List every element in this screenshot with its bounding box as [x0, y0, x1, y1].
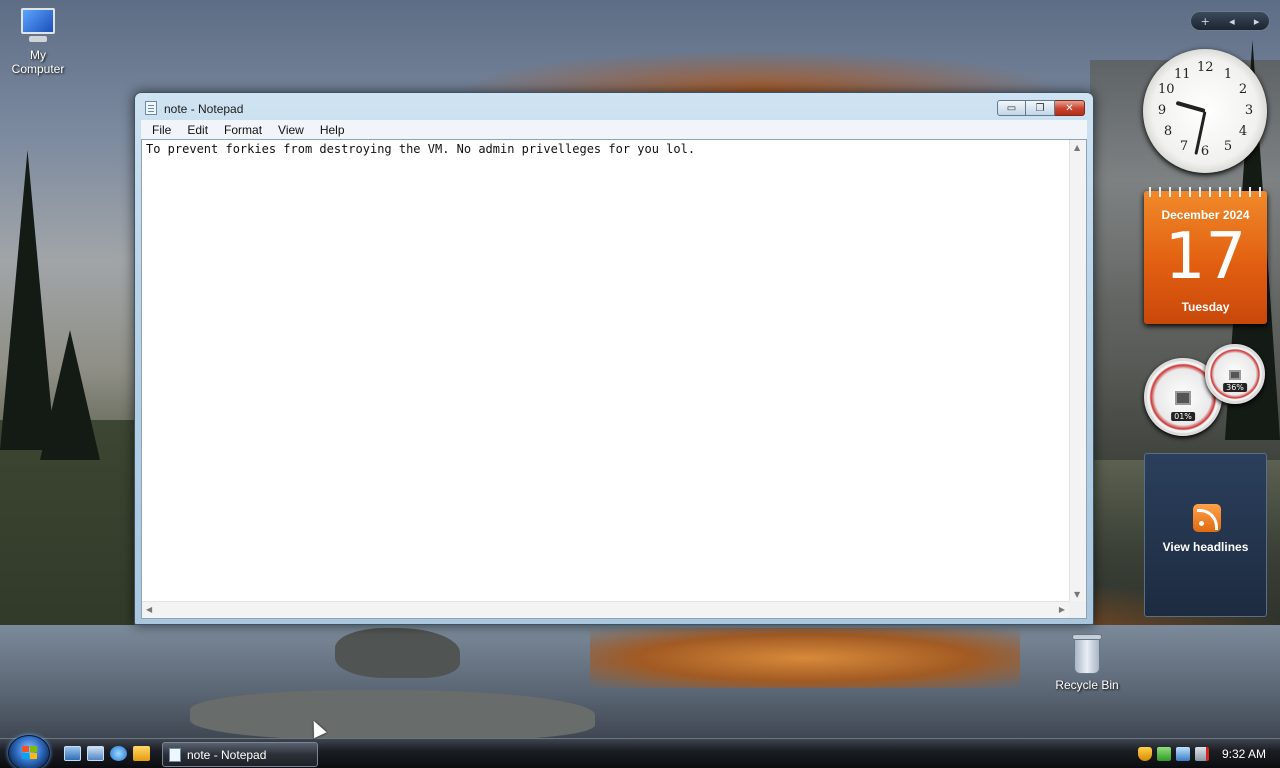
document-text[interactable]: To prevent forkies from destroying the V…: [146, 142, 695, 156]
next-page-button[interactable]: ▸: [1254, 15, 1260, 28]
rss-icon: [1193, 504, 1221, 532]
close-button[interactable]: ✕: [1055, 100, 1085, 116]
calendar-rings: [1144, 187, 1267, 197]
clock-time[interactable]: 9:32 AM: [1222, 747, 1266, 761]
clock-number: 8: [1163, 124, 1173, 139]
menu-view[interactable]: View: [270, 123, 312, 137]
calendar-day: 17: [1164, 220, 1247, 294]
sidebar-controls: + ◂ ▸: [1190, 11, 1270, 31]
wallpaper-rock: [335, 628, 460, 678]
wallpaper-rock: [190, 690, 595, 740]
switch-windows-icon[interactable]: [87, 746, 104, 761]
clock-hour-hand: [1175, 100, 1206, 113]
minimize-button[interactable]: ▭: [997, 100, 1026, 116]
feed-headlines-gadget[interactable]: View headlines: [1144, 453, 1267, 617]
defender-icon[interactable]: [1156, 747, 1171, 761]
volume-muted-icon[interactable]: [1194, 747, 1209, 761]
taskbar: note - Notepad 9:32 AM: [0, 735, 1280, 768]
clock-number: 10: [1158, 82, 1175, 97]
cpu-chip-icon: [1175, 391, 1191, 406]
view-headlines-link[interactable]: View headlines: [1145, 540, 1266, 554]
notepad-icon: [169, 747, 181, 762]
clock-number: 5: [1223, 139, 1233, 154]
recycle-bin-icon: [1070, 632, 1104, 676]
windows-logo-icon: [22, 746, 38, 760]
resize-grip-icon[interactable]: [1069, 601, 1086, 618]
maximize-button[interactable]: ❐: [1026, 100, 1055, 116]
menu-edit[interactable]: Edit: [179, 123, 216, 137]
wallpaper-reflection: [590, 628, 1020, 688]
caption-buttons: ▭ ❐ ✕: [997, 100, 1085, 116]
clock-gadget[interactable]: 12 1 2 3 4 5 6 7 8 9 10 11: [1143, 49, 1267, 173]
previous-page-button[interactable]: ◂: [1229, 15, 1235, 28]
scroll-down-icon[interactable]: ▼: [1074, 590, 1080, 599]
recycle-bin-label: Recycle Bin: [1055, 678, 1119, 692]
network-icon[interactable]: [1175, 747, 1190, 761]
clock-number: 3: [1244, 103, 1254, 118]
text-editor[interactable]: To prevent forkies from destroying the V…: [141, 139, 1087, 619]
menu-bar: File Edit Format View Help: [141, 120, 1087, 139]
start-button[interactable]: [8, 735, 50, 768]
add-gadget-button[interactable]: +: [1201, 15, 1210, 28]
notepad-window[interactable]: note - Notepad ▭ ❐ ✕ File Edit Format Vi…: [134, 92, 1094, 625]
clock-number: 7: [1179, 139, 1189, 154]
clock-number: 6: [1200, 144, 1210, 159]
my-computer-icon[interactable]: My Computer: [0, 6, 76, 76]
title-bar[interactable]: note - Notepad ▭ ❐ ✕: [135, 93, 1093, 119]
vertical-scrollbar[interactable]: ▲ ▼: [1069, 140, 1086, 602]
show-desktop-icon[interactable]: [64, 746, 81, 761]
menu-help[interactable]: Help: [312, 123, 353, 137]
security-shield-icon[interactable]: [1137, 747, 1152, 761]
menu-format[interactable]: Format: [216, 123, 270, 137]
window-title: note - Notepad: [164, 102, 244, 116]
memory-meter-gadget[interactable]: 36%: [1205, 344, 1265, 404]
clock-number: 4: [1238, 124, 1248, 139]
calendar-gadget[interactable]: December 2024 17 Tuesday: [1144, 187, 1267, 324]
horizontal-scrollbar[interactable]: ◀ ▶: [142, 601, 1069, 618]
recycle-bin-desktop-icon[interactable]: Recycle Bin: [1049, 632, 1125, 692]
system-tray: 9:32 AM: [1137, 739, 1280, 768]
clock-number: 9: [1157, 103, 1167, 118]
scroll-up-icon[interactable]: ▲: [1074, 143, 1080, 152]
taskbar-notepad-label: note - Notepad: [187, 747, 267, 762]
taskbar-notepad-button[interactable]: note - Notepad: [162, 742, 318, 767]
memory-chip-icon: [1229, 369, 1241, 380]
clock-number: 12: [1197, 60, 1214, 75]
clock-number: 2: [1238, 82, 1248, 97]
scroll-left-icon[interactable]: ◀: [146, 605, 152, 614]
menu-file[interactable]: File: [144, 123, 179, 137]
wallpaper-tree: [0, 150, 55, 450]
clock-number: 1: [1223, 67, 1233, 82]
internet-explorer-icon[interactable]: [110, 746, 127, 761]
notepad-icon: [145, 101, 157, 115]
scroll-right-icon[interactable]: ▶: [1059, 605, 1065, 614]
memory-usage-value: 36%: [1223, 383, 1247, 393]
media-player-icon[interactable]: [133, 746, 150, 761]
cpu-usage-value: 01%: [1171, 412, 1195, 422]
calendar-weekday: Tuesday: [1181, 300, 1230, 314]
my-computer-label: My Computer: [11, 48, 65, 76]
computer-icon: [15, 6, 61, 46]
clock-number: 11: [1174, 67, 1191, 82]
